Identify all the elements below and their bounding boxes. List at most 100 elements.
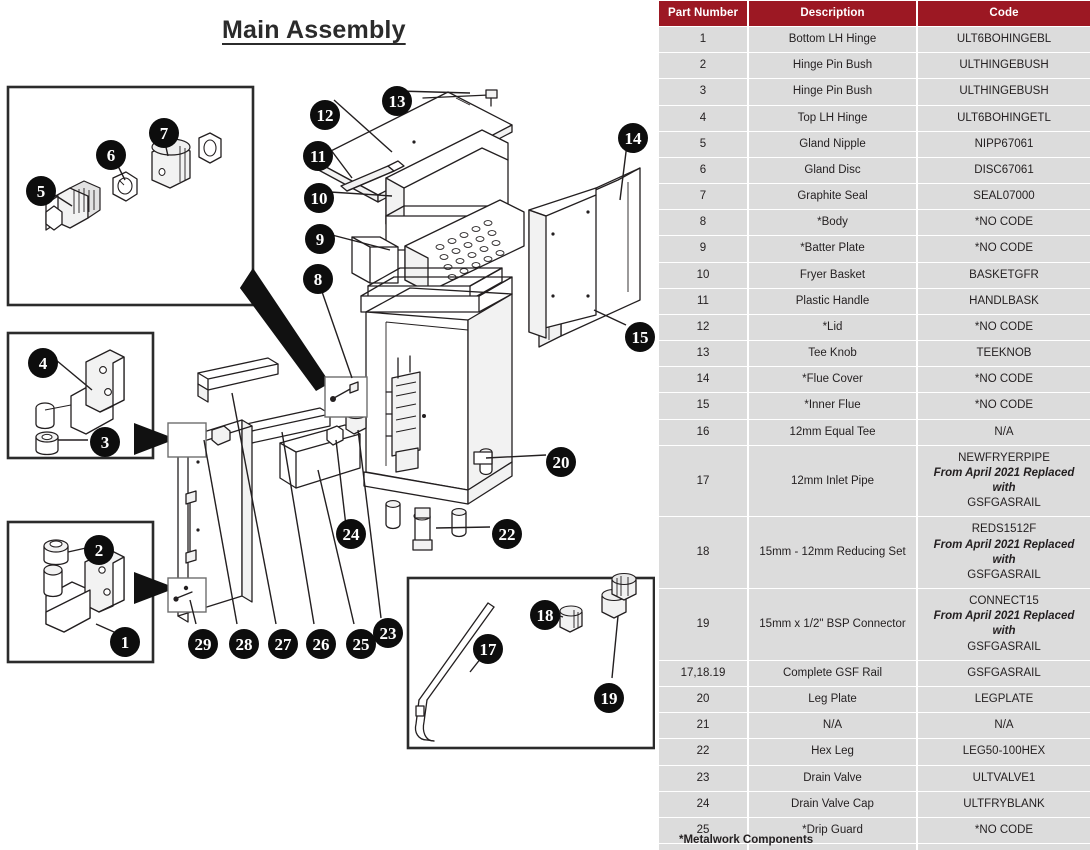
- cell-part-number: 20: [659, 686, 747, 713]
- callout-badge-29: 29: [188, 629, 218, 659]
- cell-part-number: 22: [659, 739, 747, 765]
- parts-table-body: 1 Bottom LH Hinge ULT6BOHINGEBL 2 Hinge Pin …: [659, 27, 1090, 850]
- code-replacement-note: From April 2021 Replaced with: [933, 610, 1075, 638]
- cell-description: *Body: [749, 210, 916, 236]
- cell-description: *Lid: [749, 314, 916, 341]
- table-row: 1 Bottom LH Hinge ULT6BOHINGEBL: [659, 27, 1090, 53]
- cell-code: SEAL07000: [918, 184, 1090, 210]
- cell-code: *NO CODE: [918, 236, 1090, 262]
- parts-list-panel: Part Number Description Code 1 Bottom LH …: [657, 0, 1090, 850]
- table-row: 12 *Lid *NO CODE: [659, 314, 1090, 341]
- callout-badge-4: 4: [28, 348, 58, 378]
- code-replacement-note: From April 2021 Replaced with: [933, 466, 1075, 495]
- code-primary: CONNECT15: [969, 595, 1039, 608]
- cell-description: *Batter Plate: [749, 236, 916, 262]
- table-row: 8 *Body *NO CODE: [659, 210, 1090, 236]
- table-row: 5 Gland Nipple NIPP67061: [659, 131, 1090, 157]
- metalwork-footnote: *Metalwork Components: [679, 834, 814, 846]
- cell-code: LEGPLATE: [918, 686, 1090, 713]
- code-primary: NEWFRYERPIPE: [958, 451, 1050, 464]
- cell-code: GSFGASRAIL: [918, 660, 1090, 686]
- table-row: 4 Top LH Hinge ULT6BOHINGETL: [659, 105, 1090, 131]
- cell-code: NEWFRYERPIPE From April 2021 Replaced wit…: [918, 445, 1090, 517]
- callout-badge-18: 18: [530, 600, 560, 630]
- callout-badge-2: 2: [84, 535, 114, 565]
- table-row: 18 15mm - 12mm Reducing Set REDS1512F From …: [659, 517, 1090, 589]
- cell-part-number: 10: [659, 262, 747, 288]
- table-row: 13 Tee Knob TEEKNOB: [659, 341, 1090, 367]
- callout-badge-7: 7: [149, 118, 179, 148]
- cell-description: N/A: [749, 713, 916, 739]
- code-replacement: GSFGASRAIL: [967, 640, 1041, 653]
- cell-code: TEEKNOB: [918, 341, 1090, 367]
- cell-description: Hinge Pin Bush: [749, 53, 916, 79]
- callout-badge-27: 27: [268, 629, 298, 659]
- cell-part-number: 12: [659, 314, 747, 341]
- cell-description: Drain Valve: [749, 765, 916, 791]
- table-row: 9 *Batter Plate *NO CODE: [659, 236, 1090, 262]
- cell-part-number: 6: [659, 157, 747, 184]
- cell-part-number: 14: [659, 367, 747, 393]
- cell-code: ULTHINGEBUSH: [918, 53, 1090, 79]
- callout-badge-5: 5: [26, 176, 56, 206]
- cell-code: *NO CODE: [918, 393, 1090, 419]
- cell-code: LCPP4BODOORKEEP: [918, 844, 1090, 850]
- callout-badge-22: 22: [492, 519, 522, 549]
- cell-description: Plastic Handle: [749, 288, 916, 314]
- cell-part-number: 4: [659, 105, 747, 131]
- cell-code: REDS1512F From April 2021 Replaced with GS…: [918, 517, 1090, 589]
- table-row: 2 Hinge Pin Bush ULTHINGEBUSH: [659, 53, 1090, 79]
- cell-description: Gland Nipple: [749, 131, 916, 157]
- cell-part-number: 15: [659, 393, 747, 419]
- cell-description: Bottom LH Hinge: [749, 27, 916, 53]
- cell-code: HANDLBASK: [918, 288, 1090, 314]
- callout-badge-10: 10: [304, 183, 334, 213]
- callout-badge-3: 3: [90, 427, 120, 457]
- table-row: 20 Leg Plate LEGPLATE: [659, 686, 1090, 713]
- cell-description: Top LH Hinge: [749, 105, 916, 131]
- cell-code: DISC67061: [918, 157, 1090, 184]
- callout-badge-28: 28: [229, 629, 259, 659]
- cell-code: CONNECT15 From April 2021 Replaced with GS…: [918, 589, 1090, 660]
- cell-part-number: 5: [659, 131, 747, 157]
- cell-part-number: 2: [659, 53, 747, 79]
- code-replacement: GSFGASRAIL: [967, 568, 1041, 581]
- code-primary: REDS1512F: [971, 523, 1037, 536]
- table-row: 19 15mm x 1/2" BSP Connector CONNECT15 From…: [659, 589, 1090, 660]
- cell-description: Gland Disc: [749, 157, 916, 184]
- cell-description: Tee Knob: [749, 341, 916, 367]
- cell-description: 15mm x 1/2" BSP Connector: [749, 589, 916, 660]
- callout-badge-11: 11: [303, 141, 333, 171]
- callout-badge-26: 26: [306, 629, 336, 659]
- callout-badge-12: 12: [310, 100, 340, 130]
- cell-description: Complete GSF Rail: [749, 660, 916, 686]
- table-row: 10 Fryer Basket BASKETGFR: [659, 262, 1090, 288]
- table-row: 24 Drain Valve Cap ULTFRYBLANK: [659, 791, 1090, 817]
- table-row: 14 *Flue Cover *NO CODE: [659, 367, 1090, 393]
- table-row: 7 Graphite Seal SEAL07000: [659, 184, 1090, 210]
- cell-description: Graphite Seal: [749, 184, 916, 210]
- table-row: 15 *Inner Flue *NO CODE: [659, 393, 1090, 419]
- cell-code: BASKETGFR: [918, 262, 1090, 288]
- callout-badge-24: 24: [336, 519, 366, 549]
- cell-description: Hex Leg: [749, 739, 916, 765]
- callout-badge-9: 9: [305, 224, 335, 254]
- cell-part-number: 3: [659, 79, 747, 105]
- table-row: 22 Hex Leg LEG50-100HEX: [659, 739, 1090, 765]
- cell-code: LEG50-100HEX: [918, 739, 1090, 765]
- cell-part-number: 16: [659, 419, 747, 445]
- callout-badge-13: 13: [382, 86, 412, 116]
- cell-description: Hinge Pin Bush: [749, 79, 916, 105]
- callout-badge-20: 20: [546, 447, 576, 477]
- callout-badge-6: 6: [96, 140, 126, 170]
- header-description: Description: [749, 1, 916, 26]
- cell-description: Drain Valve Cap: [749, 791, 916, 817]
- cell-description: *Inner Flue: [749, 393, 916, 419]
- table-row: 21 N/A N/A: [659, 713, 1090, 739]
- cell-code: *NO CODE: [918, 817, 1090, 844]
- callout-badge-17: 17: [473, 634, 503, 664]
- callout-badge-19: 19: [594, 683, 624, 713]
- cell-code: *NO CODE: [918, 210, 1090, 236]
- cell-part-number: 17: [659, 445, 747, 517]
- exploded-assembly-diagram: Main Assembly .ln { fill:none; stroke:#2…: [0, 0, 655, 850]
